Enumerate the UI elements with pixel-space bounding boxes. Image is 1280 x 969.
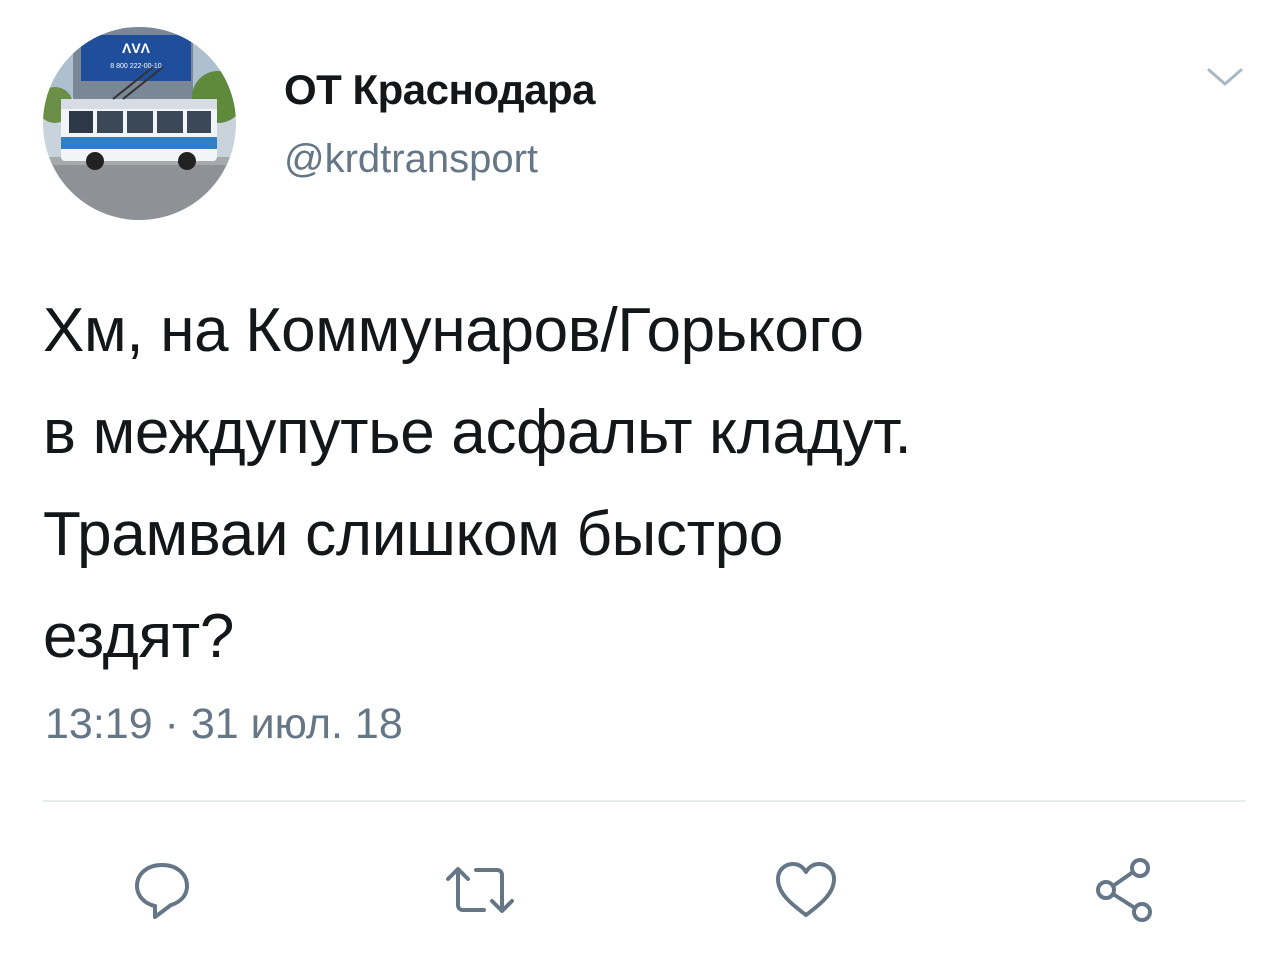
divider (43, 800, 1246, 802)
share-button[interactable] (1086, 850, 1166, 930)
avatar[interactable]: ΛVΛ 8 800 222-00-10 (43, 27, 236, 220)
tweet-timestamp[interactable]: 13:19 · 31 июл. 18 (45, 700, 403, 749)
trolleybus-photo-icon: ΛVΛ 8 800 222-00-10 (43, 27, 236, 220)
share-icon (1096, 858, 1152, 922)
display-name[interactable]: ОТ Краснодара (284, 66, 596, 114)
reply-button[interactable] (122, 850, 202, 930)
tweet: ΛVΛ 8 800 222-00-10 ОТ Краснодара @krdtr… (0, 0, 1280, 969)
retweet-button[interactable] (440, 850, 520, 930)
retweet-icon (446, 867, 514, 913)
like-button[interactable] (766, 850, 846, 930)
tweet-text: Хм, на Коммунаров/Горького в междупутье … (43, 296, 912, 671)
chevron-down-icon[interactable] (1203, 62, 1247, 94)
svg-text:8 800 222-00-10: 8 800 222-00-10 (110, 63, 161, 70)
user-handle[interactable]: @krdtransport (284, 137, 538, 182)
svg-text:ΛVΛ: ΛVΛ (122, 40, 151, 56)
reply-icon (135, 863, 189, 919)
heart-icon (776, 862, 836, 917)
